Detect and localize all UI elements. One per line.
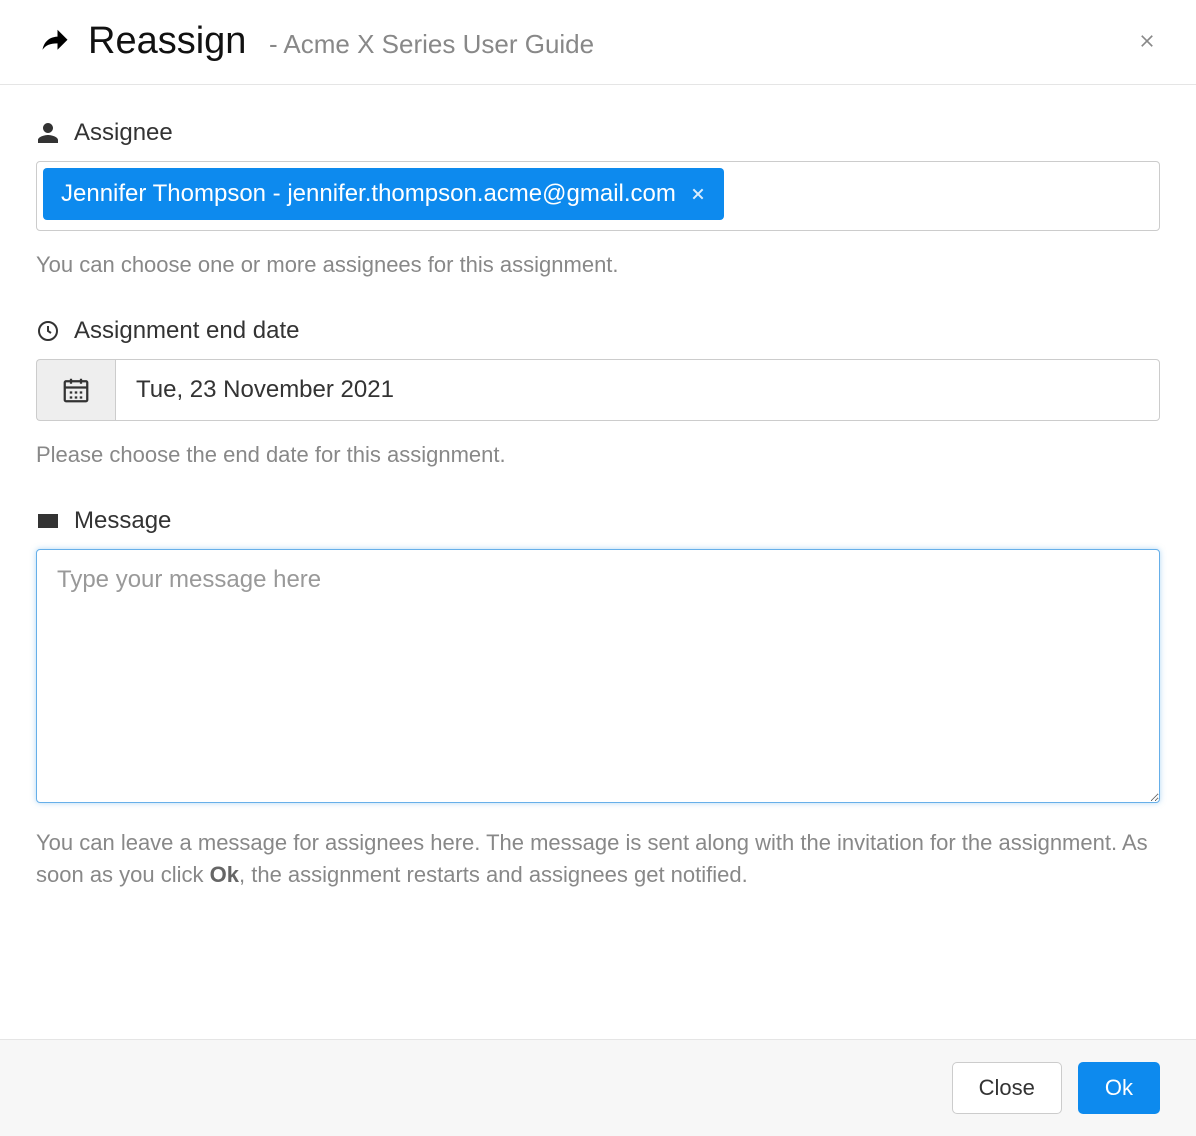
end-date-input-group [36,359,1160,421]
close-button[interactable]: Close [952,1062,1062,1114]
end-date-label-text: Assignment end date [74,317,299,345]
assignee-tag: Jennifer Thompson - jennifer.thompson.ac… [43,168,724,220]
message-help-strong: Ok [210,862,239,887]
message-help-post: , the assignment restarts and assignees … [239,862,748,887]
assignee-label-text: Assignee [74,119,173,147]
end-date-help-text: Please choose the end date for this assi… [36,439,1160,471]
clock-icon [36,319,60,343]
share-arrow-icon [40,26,70,56]
dialog-title-text: Reassign [88,20,246,62]
calendar-addon[interactable] [36,359,115,421]
calendar-icon [61,375,91,405]
message-label: Message [36,507,1160,535]
message-help-text: You can leave a message for assignees he… [36,827,1160,891]
dialog-header: Reassign - Acme X Series User Guide [0,0,1196,85]
assignee-help-text: You can choose one or more assignees for… [36,249,1160,281]
dialog-title: Reassign - Acme X Series User Guide [88,22,594,60]
end-date-label: Assignment end date [36,317,1160,345]
dialog-body: Assignee Jennifer Thompson - jennifer.th… [0,85,1196,1039]
end-date-input[interactable] [115,359,1160,421]
close-icon [1138,32,1156,50]
message-label-text: Message [74,507,171,535]
end-date-section: Assignment end date Please choose the en… [36,317,1160,471]
message-section: Message You can leave a message for assi… [36,507,1160,891]
assignee-section: Assignee Jennifer Thompson - jennifer.th… [36,119,1160,281]
assignee-label: Assignee [36,119,1160,147]
envelope-icon [36,509,60,533]
assignee-input[interactable]: Jennifer Thompson - jennifer.thompson.ac… [36,161,1160,231]
ok-button[interactable]: Ok [1078,1062,1160,1114]
remove-assignee-button[interactable] [690,186,706,202]
x-icon [690,186,706,202]
close-icon-button[interactable] [1134,27,1160,55]
dialog-footer: Close Ok [0,1039,1196,1136]
dialog-subtitle: - Acme X Series User Guide [269,29,594,59]
user-icon [36,121,60,145]
message-input[interactable] [36,549,1160,803]
reassign-dialog: Reassign - Acme X Series User Guide Assi… [0,0,1196,1136]
assignee-tag-text: Jennifer Thompson - jennifer.thompson.ac… [61,180,676,208]
